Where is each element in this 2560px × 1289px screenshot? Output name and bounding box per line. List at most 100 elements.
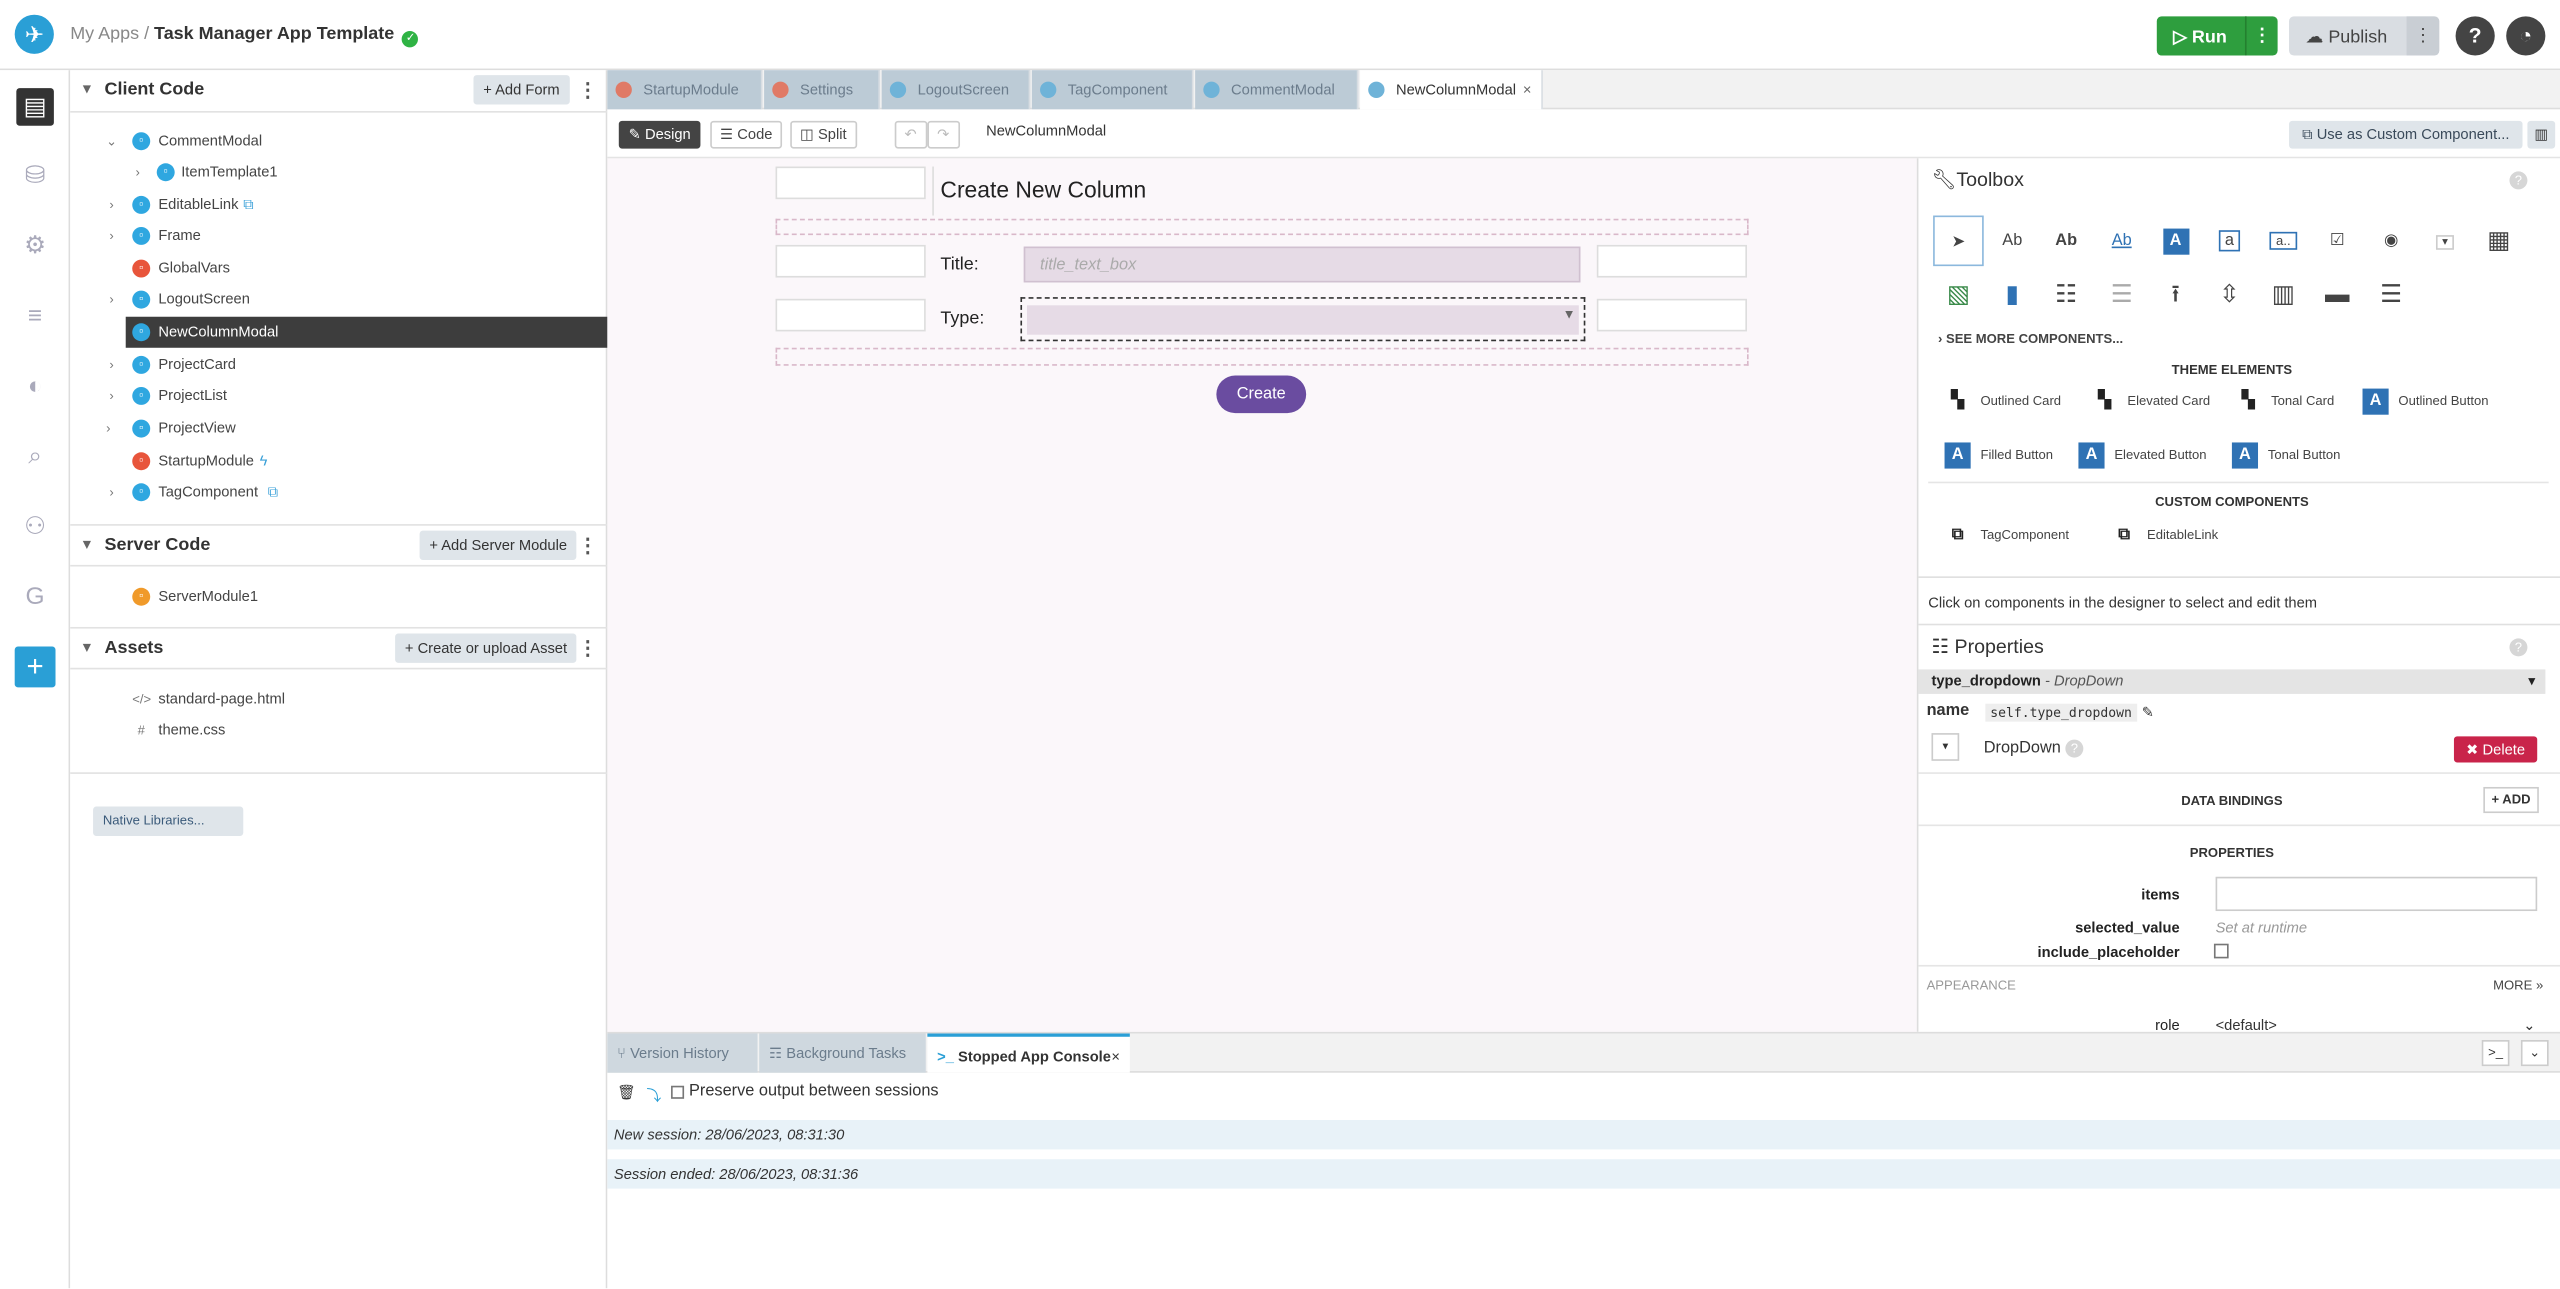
trash-icon[interactable]: 🗑︎: [617, 1084, 636, 1102]
radio-tool-icon[interactable]: ◉: [2366, 216, 2417, 267]
help-icon[interactable]: ?: [2509, 171, 2528, 190]
items-textarea[interactable]: [2215, 876, 2538, 912]
tree-item[interactable]: ⌄ ▫ CommentModal: [70, 126, 607, 157]
text-area-tool-icon[interactable]: a..: [2258, 216, 2309, 267]
add-binding-button[interactable]: + ADD: [2483, 786, 2539, 814]
title-text-box[interactable]: title_text_box: [1023, 246, 1581, 283]
design-canvas[interactable]: [607, 158, 1917, 1032]
tab-comment-modal[interactable]: CommentModal: [1195, 70, 1359, 110]
tree-item[interactable]: ▫ StartupModule ϟ: [70, 446, 607, 477]
design-button[interactable]: ✎ Design: [618, 120, 701, 149]
assets-header[interactable]: ▾ Assets + Create or upload Asset ⋮: [70, 629, 607, 668]
include-placeholder-checkbox[interactable]: [2213, 943, 2229, 959]
terminal-toggle-icon[interactable]: >_: [2481, 1040, 2510, 1067]
name-value[interactable]: self.type_dropdown ✎: [1985, 702, 2154, 722]
link-tool-icon[interactable]: Ab: [2096, 216, 2147, 267]
run-more-icon[interactable]: ⋮: [2244, 16, 2278, 56]
create-button[interactable]: Create: [1216, 375, 1307, 414]
tab-tag-component[interactable]: TagComponent: [1031, 70, 1194, 110]
run-button[interactable]: ▷ Run ⋮: [2156, 16, 2278, 56]
tree-item[interactable]: </> standard-page.html: [70, 684, 607, 715]
layout-toggle-icon[interactable]: ▥: [2527, 120, 2556, 149]
add-form-button[interactable]: + Add Form: [473, 75, 570, 105]
theme-elevated-card[interactable]: ▚ Elevated Card: [2091, 385, 2210, 418]
title-label[interactable]: Title:: [940, 255, 978, 275]
tree-item[interactable]: › ▫ Frame: [70, 220, 607, 251]
spacer-tool-icon[interactable]: ☰: [2096, 269, 2147, 320]
anvil-logo-icon[interactable]: ✈: [14, 14, 54, 54]
tree-item[interactable]: › ▫ ItemTemplate1: [70, 157, 607, 188]
drop-slot[interactable]: [775, 244, 926, 278]
drop-slot[interactable]: [775, 298, 926, 332]
help-icon[interactable]: ?: [2509, 638, 2528, 657]
theme-tonal-card[interactable]: ▚ Tonal Card: [2235, 385, 2334, 418]
help-icon[interactable]: ?: [2065, 739, 2084, 758]
collapse-icon[interactable]: ⌄: [2520, 1040, 2549, 1067]
split-button[interactable]: ◫ Split: [790, 120, 857, 149]
help-icon[interactable]: ?: [2455, 16, 2495, 56]
tree-item[interactable]: › ▫ EditableLink ⧉: [70, 189, 607, 220]
code-button[interactable]: ☰ Code: [710, 120, 783, 149]
rich-text-tool-icon[interactable]: Ab: [2041, 216, 2092, 267]
tab-background-tasks[interactable]: ☶ Background Tasks: [759, 1033, 926, 1073]
theme-outlined-card[interactable]: ▚ Outlined Card: [1945, 385, 2061, 418]
delete-button[interactable]: ✖ Delete: [2453, 736, 2538, 763]
modal-title[interactable]: Create New Column: [940, 176, 1146, 202]
dropdown-field[interactable]: [1026, 305, 1579, 335]
use-as-custom-component-button[interactable]: ⧉ Use as Custom Component...: [2289, 120, 2523, 149]
chevron-right-icon[interactable]: ›: [109, 349, 113, 380]
spacer-vertical-tool-icon[interactable]: ⇳: [2204, 269, 2255, 320]
native-libraries-button[interactable]: Native Libraries...: [93, 806, 244, 836]
tree-item[interactable]: ▫ ServerModule1: [70, 581, 607, 612]
tab-version-history[interactable]: ⑂ Version History: [607, 1033, 758, 1073]
publish-more-icon[interactable]: ⋮: [2406, 16, 2440, 56]
selected-value-input[interactable]: Set at runtime: [2216, 919, 2307, 935]
add-feature-icon[interactable]: +: [14, 646, 56, 688]
tab-stopped-app-console[interactable]: >_ Stopped App Console ×: [927, 1033, 1130, 1073]
tree-item[interactable]: ▫ GlobalVars: [70, 253, 607, 284]
tree-item[interactable]: › ▫ LogoutScreen: [70, 284, 607, 315]
users-icon[interactable]: ⚇: [16, 508, 54, 546]
text-box-tool-icon[interactable]: a: [2204, 216, 2255, 267]
search-icon[interactable]: ⌕: [16, 438, 54, 476]
more-toggle[interactable]: MORE »: [2493, 978, 2543, 993]
column-panel-tool-icon[interactable]: ▥: [2258, 269, 2309, 320]
publish-button[interactable]: ☁ Publish ⋮: [2289, 16, 2440, 56]
pointer-tool-icon[interactable]: ➤: [1933, 215, 1984, 267]
custom-tag-component[interactable]: ⧉ TagComponent: [1945, 519, 2069, 552]
list-icon[interactable]: ≡: [16, 297, 54, 335]
create-asset-button[interactable]: + Create or upload Asset: [395, 633, 577, 663]
see-more-components-link[interactable]: › SEE MORE COMPONENTS...: [1938, 331, 2123, 346]
drop-zone[interactable]: [775, 218, 1749, 236]
close-icon[interactable]: ×: [1111, 1037, 1120, 1076]
redo-icon[interactable]: ↷: [927, 120, 960, 149]
chevron-right-icon[interactable]: ›: [109, 220, 113, 251]
chevron-right-icon[interactable]: ›: [109, 189, 113, 220]
close-icon[interactable]: ×: [1523, 70, 1532, 109]
app-browser-icon[interactable]: ▤: [16, 88, 54, 126]
drop-slot[interactable]: [1596, 298, 1747, 332]
image-tool-icon[interactable]: ▧: [1933, 269, 1984, 320]
tree-item[interactable]: # theme.css: [70, 715, 607, 746]
add-server-module-button[interactable]: + Add Server Module: [419, 530, 577, 561]
theme-palette-icon[interactable]: ◐: [16, 367, 54, 405]
data-grid-tool-icon[interactable]: ☷: [2041, 269, 2092, 320]
tree-item[interactable]: › ▫ TagComponent ⧉: [70, 477, 607, 508]
tab-startup-module[interactable]: StartupModule: [607, 70, 763, 110]
theme-tonal-button[interactable]: A Tonal Button: [2231, 439, 2340, 472]
more-icon[interactable]: ⋮: [578, 637, 598, 660]
more-icon[interactable]: ⋮: [578, 534, 598, 557]
tab-new-column-modal[interactable]: NewColumnModal ×: [1360, 70, 1543, 110]
component-selector[interactable]: type_dropdown - DropDown ▾: [1918, 669, 2546, 694]
custom-editable-link[interactable]: ⧉ EditableLink: [2111, 519, 2218, 552]
tree-item-selected[interactable]: ▫ NewColumnModal: [125, 316, 608, 348]
chevron-right-icon[interactable]: ›: [136, 157, 140, 188]
chevron-down-icon[interactable]: ▾: [83, 536, 90, 554]
drop-zone[interactable]: [775, 347, 1749, 366]
undo-icon[interactable]: ↶: [894, 120, 927, 149]
tree-item[interactable]: › ▫ ProjectList: [70, 380, 607, 411]
breadcrumb-my-apps[interactable]: My Apps: [70, 24, 139, 44]
tab-settings[interactable]: Settings: [764, 70, 881, 110]
server-code-header[interactable]: ▾ Server Code + Add Server Module ⋮: [70, 526, 607, 565]
tree-item[interactable]: › ▫ ProjectCard: [70, 349, 607, 380]
